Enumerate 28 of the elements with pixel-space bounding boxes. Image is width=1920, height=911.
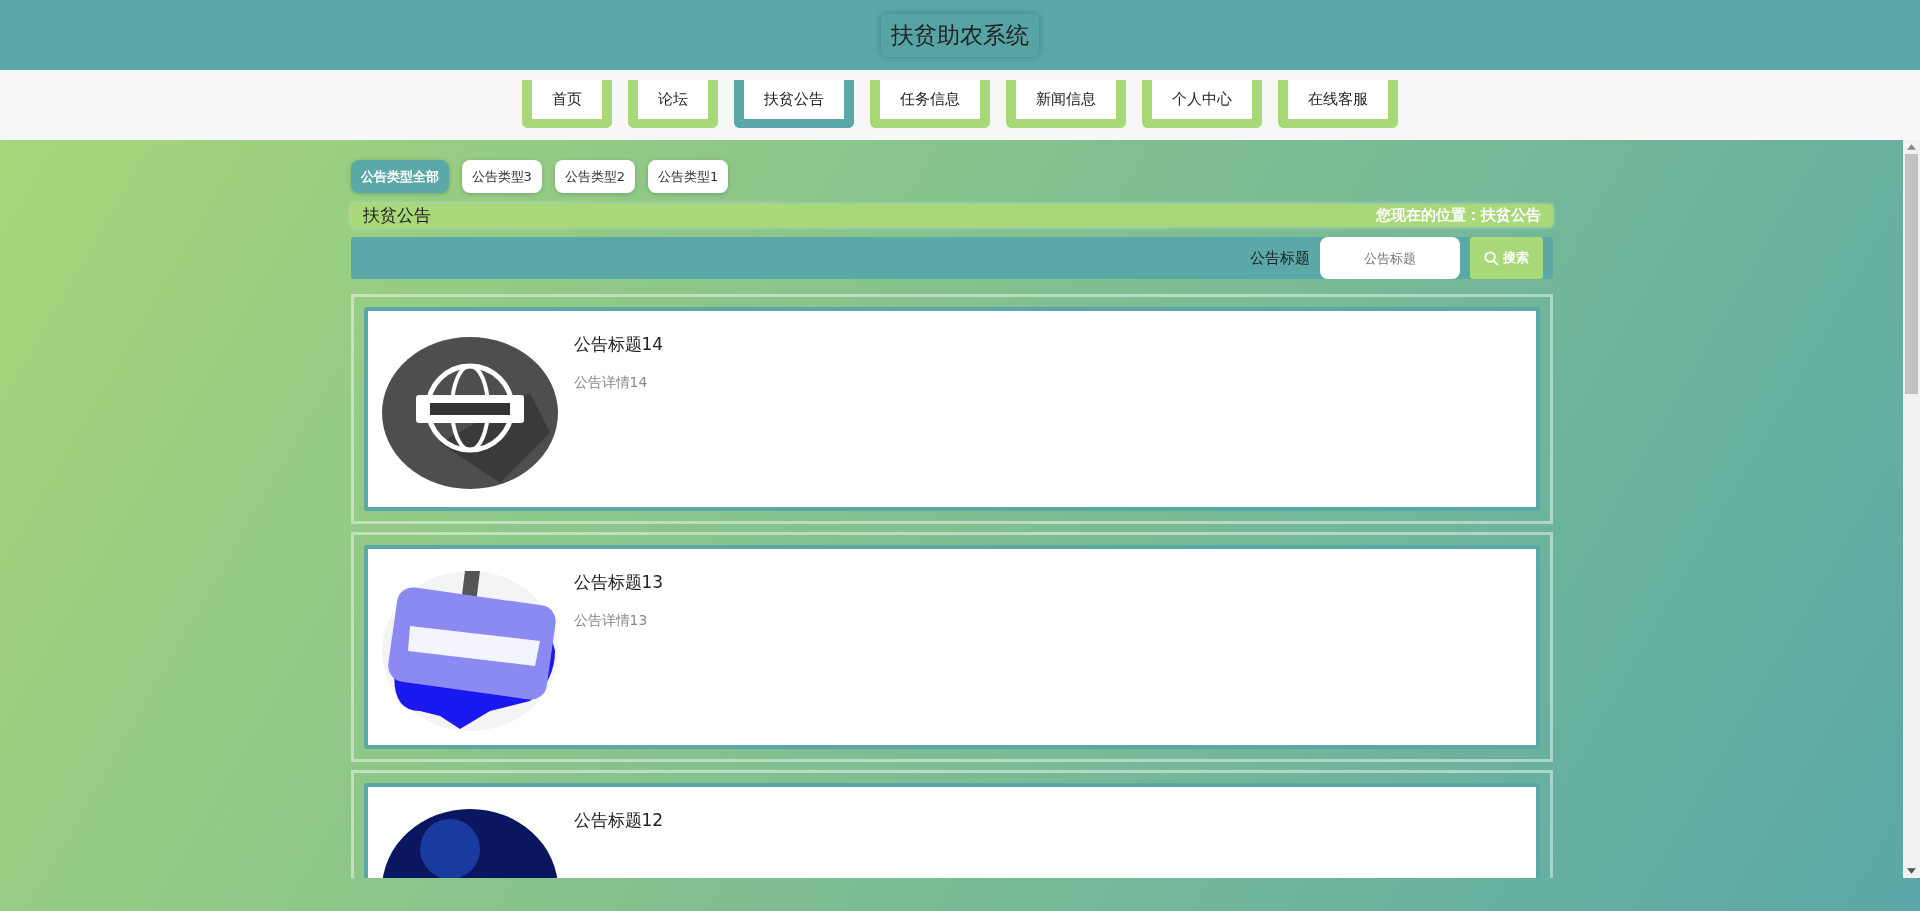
scroll-thumb[interactable]: [1905, 154, 1918, 394]
notice-card[interactable]: 公告标题12: [363, 783, 1540, 878]
notice-title[interactable]: 公告标题13: [573, 571, 664, 594]
notice-card[interactable]: 公告标题13 公告详情13: [363, 545, 1540, 749]
section-title: 扶贫公告: [362, 204, 431, 227]
filter-chip[interactable]: 公告类型2: [554, 160, 636, 193]
nav-tab[interactable]: 首页: [522, 80, 612, 128]
notice-detail: 公告详情14: [573, 374, 649, 392]
search-field[interactable]: 公告标题: [1319, 237, 1460, 279]
search-label: 公告标题: [1249, 248, 1310, 268]
notice-card[interactable]: 公告标题14 公告详情14: [363, 307, 1540, 511]
notice-title[interactable]: 公告标题14: [573, 333, 664, 356]
nav-tab[interactable]: 个人中心: [1142, 80, 1262, 128]
notice-title[interactable]: 公告标题12: [573, 809, 664, 832]
filter-chip[interactable]: 公告类型1: [648, 160, 729, 193]
nav-tab[interactable]: 在线客服: [1278, 80, 1398, 128]
nav-tab[interactable]: 任务信息: [870, 80, 990, 128]
scroll-down-icon[interactable]: [1907, 868, 1916, 874]
nav-tab[interactable]: 论坛: [628, 80, 718, 128]
filter-chip[interactable]: 公告类型3: [461, 160, 542, 193]
scrollbar[interactable]: [1903, 140, 1920, 878]
scroll-up-icon[interactable]: [1907, 144, 1916, 150]
notice-detail: 公告详情13: [573, 612, 649, 630]
breadcrumb-location: 您现在的位置：扶贫公告: [1375, 206, 1541, 225]
site-title: 扶贫助农系统: [881, 13, 1039, 57]
search-icon: [1483, 250, 1499, 266]
nav-tab[interactable]: 新闻信息: [1006, 80, 1126, 128]
nav-tab[interactable]: 扶贫公告: [734, 80, 854, 128]
